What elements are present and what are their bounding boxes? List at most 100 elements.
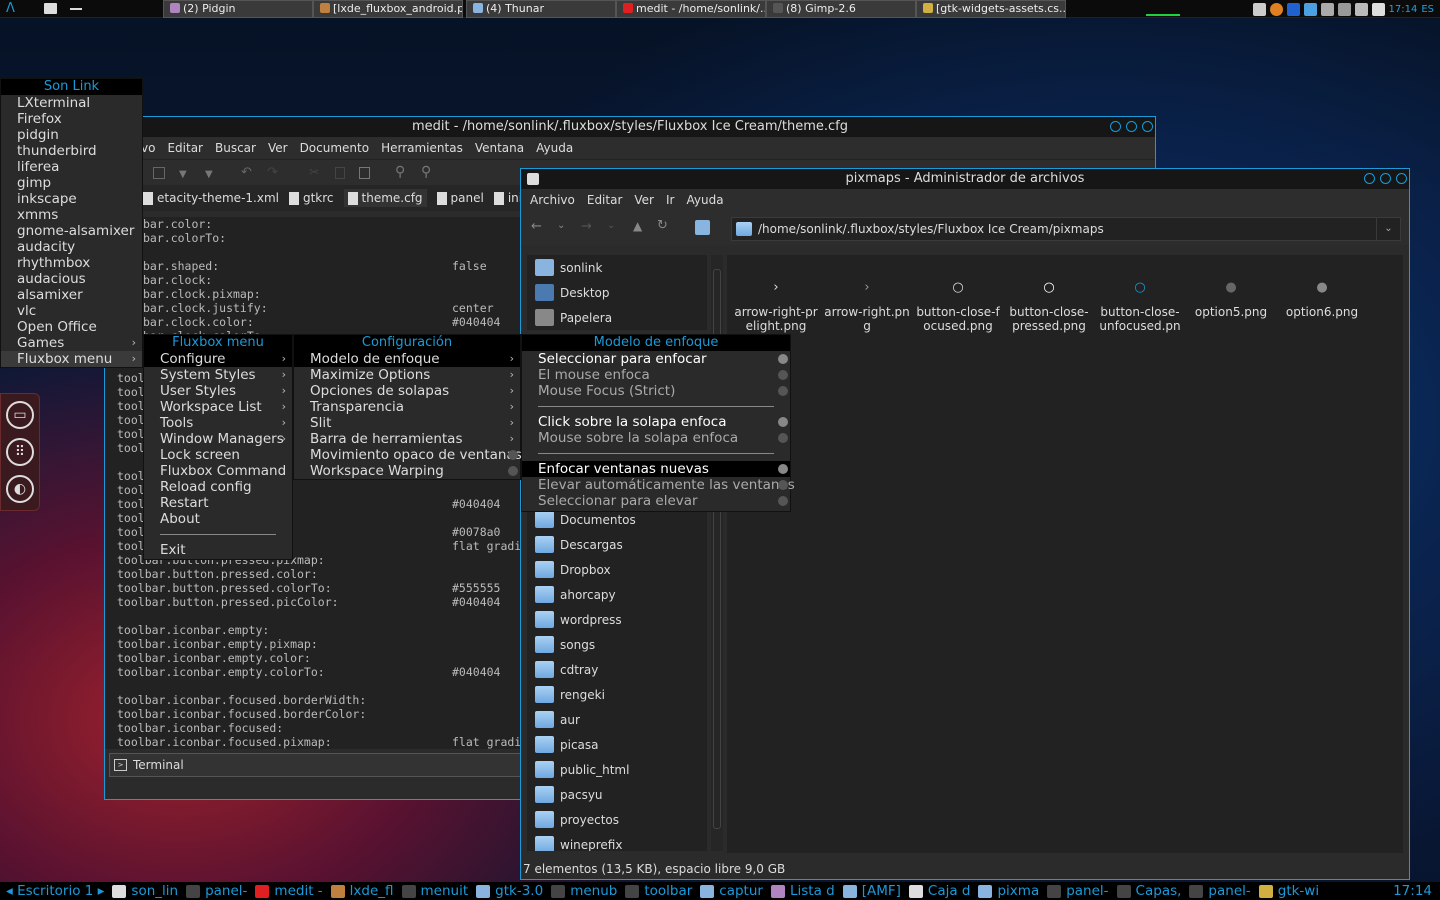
file-item[interactable]: ○ button-close-pressed.png — [1004, 271, 1094, 333]
taskbar-item[interactable]: Caja d — [908, 882, 970, 900]
favorites-item[interactable]: Games › — [1, 335, 142, 351]
shield-icon[interactable] — [1337, 2, 1351, 16]
config-menu-item[interactable]: Slit › — [294, 415, 520, 431]
medit-menu-item[interactable]: Ayuda — [536, 141, 573, 155]
save-file-icon[interactable]: ▼ — [205, 169, 213, 180]
open-file-icon[interactable]: ▼ — [179, 169, 187, 180]
menu-item-exit[interactable]: Exit — [144, 542, 292, 558]
config-menu-item[interactable]: Barra de herramientas › — [294, 431, 520, 447]
bluetooth-icon[interactable] — [1286, 2, 1300, 16]
focus-menu-item[interactable]: Enfocar ventanas nuevas — [522, 461, 790, 477]
thunar-minimize-button[interactable] — [1364, 173, 1375, 184]
back-history-icon[interactable]: ⌄ — [557, 220, 565, 231]
maximize-button[interactable] — [1126, 121, 1137, 132]
medit-menu-item[interactable]: Herramientas — [381, 141, 463, 155]
taskbar-item[interactable]: panel- — [186, 882, 247, 900]
thunar-maximize-button[interactable] — [1380, 173, 1391, 184]
fluxbox-menu-item[interactable]: Fluxbox Command — [144, 463, 292, 479]
favorites-item[interactable]: liferea — [1, 159, 142, 175]
taskbar-item[interactable]: panel- — [1047, 882, 1109, 900]
focus-menu-item[interactable]: El mouse enfoca — [522, 367, 790, 383]
fluxbox-menu-item[interactable]: System Styles › — [144, 367, 292, 383]
minimize-all-icon[interactable] — [70, 8, 82, 10]
focus-menu-item[interactable]: Seleccionar para elevar — [522, 493, 790, 509]
fluxbox-menu-item[interactable]: Lock screen — [144, 447, 292, 463]
favorites-item[interactable]: rhythmbox — [1, 255, 142, 271]
favorites-item[interactable]: alsamixer — [1, 287, 142, 303]
side-item[interactable]: songs — [527, 632, 707, 657]
redo-icon[interactable]: ↷ — [267, 165, 278, 180]
file-item[interactable]: › arrow-right.png — [822, 271, 912, 333]
focus-menu-item[interactable]: Mouse sobre la solapa enfoca — [522, 430, 790, 446]
taskbar-item[interactable]: son_lin — [112, 882, 178, 900]
fluxbox-menu-item[interactable]: User Styles › — [144, 383, 292, 399]
config-menu-item[interactable]: Transparencia › — [294, 399, 520, 415]
reload-icon[interactable]: ↻ — [657, 218, 668, 233]
taskbar-item[interactable]: medit - — [255, 882, 323, 900]
focus-menu-item[interactable]: Elevar automáticamente las ventanas — [522, 477, 795, 493]
home-icon[interactable] — [695, 220, 710, 235]
config-menu-item[interactable]: Workspace Warping — [294, 463, 520, 479]
taskbar-item[interactable]: captur — [700, 882, 763, 900]
firefox-launcher-icon[interactable]: ◐ — [6, 475, 34, 503]
taskbar-task[interactable]: (4) Thunar — [466, 0, 616, 18]
side-item[interactable]: Desktop — [527, 280, 707, 305]
editor-tab[interactable]: panel — [436, 191, 484, 205]
fluxbox-menu-item[interactable]: Reload config — [144, 479, 292, 495]
taskbar-task[interactable]: medit - /home/sonlink/... — [616, 0, 766, 18]
favorites-item[interactable]: pidgin — [1, 127, 142, 143]
fluxbox-menu-item[interactable]: Tools › — [144, 415, 292, 431]
calendar-icon[interactable] — [1371, 2, 1385, 16]
show-desktop-icon[interactable] — [44, 3, 57, 14]
medit-menu-item[interactable]: Editar — [167, 141, 203, 155]
thunar-menu-item[interactable]: Editar — [587, 193, 623, 207]
side-item[interactable]: ahorcapy — [527, 582, 707, 607]
folder-launcher-icon[interactable]: ▭ — [6, 401, 34, 429]
copy-icon[interactable] — [335, 167, 345, 179]
find-replace-icon[interactable]: ⚲ — [421, 164, 431, 180]
side-item[interactable]: pacsyu — [527, 782, 707, 807]
thunar-menu-item[interactable]: Ir — [666, 193, 674, 207]
medit-menu-item[interactable]: Ventana — [475, 141, 524, 155]
minimize-button[interactable] — [1110, 121, 1121, 132]
taskbar-item[interactable]: toolbar — [625, 882, 692, 900]
taskbar-item[interactable]: Lista d — [770, 882, 835, 900]
thunar-menu-item[interactable]: Archivo — [530, 193, 575, 207]
thunar-menu-item[interactable]: Ver — [634, 193, 654, 207]
favorites-item[interactable]: Firefox — [1, 111, 142, 127]
file-item[interactable]: ○ button-close-unfocused.png — [1095, 271, 1185, 333]
tray-clock[interactable]: 17:14 — [1389, 4, 1418, 15]
favorites-item[interactable]: Fluxbox menu › — [1, 351, 142, 367]
thunar-menu-item[interactable]: Ayuda — [686, 193, 723, 207]
taskbar-task[interactable]: [gtk-widgets-assets.cs... — [916, 0, 1066, 18]
fluxbox-menu-item[interactable]: Window Managers › — [144, 431, 292, 447]
side-item[interactable]: proyectos — [527, 807, 707, 832]
medit-menu-item[interactable]: vo — [141, 141, 155, 155]
network-icon[interactable] — [1320, 2, 1334, 16]
taskbar-item[interactable]: Capas, — [1116, 882, 1181, 900]
file-item[interactable]: ● option5.png — [1186, 271, 1276, 319]
file-item[interactable]: ● option6.png — [1277, 271, 1367, 319]
undo-icon[interactable]: ↶ — [241, 165, 252, 180]
fluxbox-menu-item[interactable]: About — [144, 511, 292, 527]
up-icon[interactable]: ▲ — [633, 219, 642, 233]
forward-history-icon[interactable]: ⌄ — [607, 220, 615, 231]
location-bar[interactable]: /home/sonlink/.fluxbox/styles/Fluxbox Ic… — [731, 217, 1401, 241]
taskbar-item[interactable]: menub — [551, 882, 617, 900]
taskbar-item[interactable]: gtk-3.0 — [476, 882, 543, 900]
update-icon[interactable] — [1269, 2, 1283, 16]
taskbar-item[interactable]: menuit — [401, 882, 468, 900]
editor-tab[interactable]: theme.cfg — [343, 189, 427, 207]
new-file-icon[interactable] — [153, 167, 165, 179]
taskbar-item[interactable]: ◂ Escritorio 1 ▸ — [6, 882, 104, 900]
side-item[interactable]: Dropbox — [527, 557, 707, 582]
side-item[interactable]: aur — [527, 707, 707, 732]
medit-titlebar[interactable]: medit - /home/sonlink/.fluxbox/styles/Fl… — [105, 117, 1155, 137]
config-menu-item[interactable]: Movimiento opaco de ventanas — [294, 447, 522, 463]
focus-menu-item[interactable]: Click sobre la solapa enfoca — [522, 414, 790, 430]
side-item[interactable]: cdtray — [527, 657, 707, 682]
medit-menu-item[interactable]: Documento — [300, 141, 370, 155]
favorites-item[interactable]: inkscape — [1, 191, 142, 207]
favorites-item[interactable]: gimp — [1, 175, 142, 191]
find-icon[interactable]: ⚲ — [395, 164, 405, 180]
